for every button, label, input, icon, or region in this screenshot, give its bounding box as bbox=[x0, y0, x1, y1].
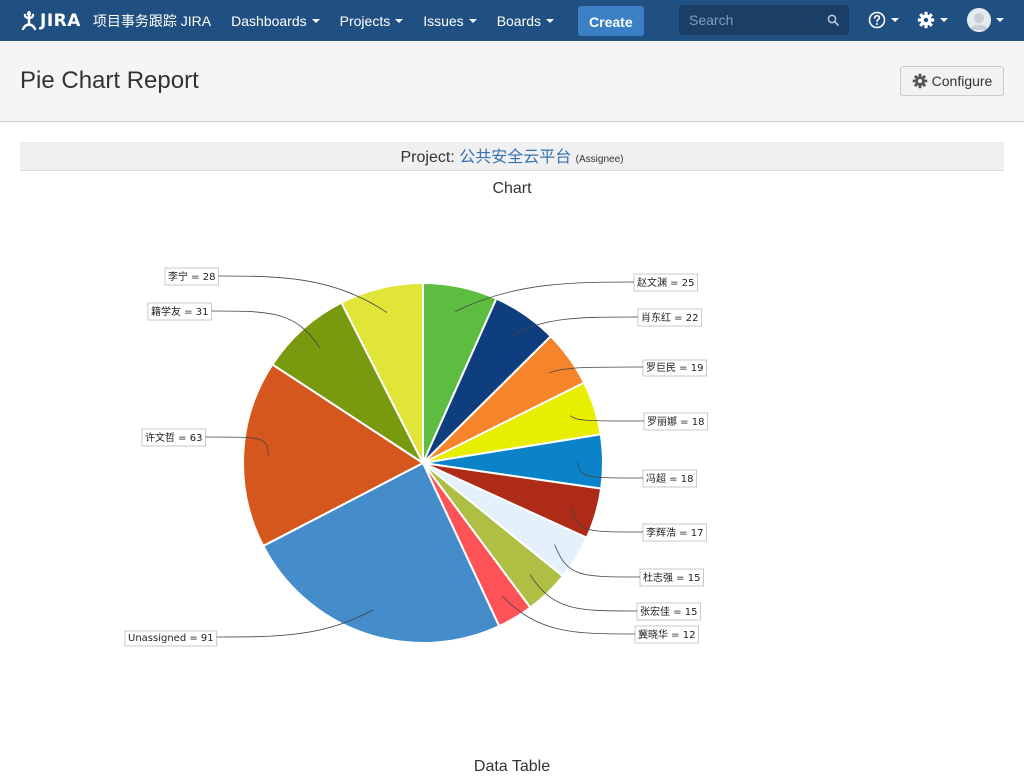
pie-slice-label: 李辉浩 = 17 bbox=[646, 526, 703, 539]
pie-slice-label: 罗巨民 = 19 bbox=[646, 362, 703, 374]
pie-slice-label: 籍学友 = 31 bbox=[151, 305, 208, 318]
pie-slice-label: 张宏佳 = 15 bbox=[640, 605, 697, 618]
pie-slice-label: Unassigned = 91 bbox=[128, 633, 214, 644]
pie-slice-label: 杜志强 = 15 bbox=[643, 571, 700, 584]
pie-slice-label: 赵文渊 = 25 bbox=[637, 276, 694, 289]
pie-slice-label: 李宁 = 28 bbox=[168, 270, 215, 283]
pie-chart: 赵文渊 = 25 肖东红 = 22 罗巨民 = 19 罗丽娜 = 18 冯超 = 18 李… bbox=[124, 267, 708, 647]
pie-slice-label: 冀晓华 = 12 bbox=[638, 628, 695, 641]
pie-slice-label: 肖东红 = 22 bbox=[641, 311, 698, 324]
pie-slice-label: 罗丽娜 = 18 bbox=[647, 415, 704, 428]
data-table-heading: Data Table bbox=[473, 758, 551, 775]
pie-slice-label: 许文哲 = 63 bbox=[145, 431, 202, 444]
pie-slice-label: 冯超 = 18 bbox=[646, 472, 693, 485]
